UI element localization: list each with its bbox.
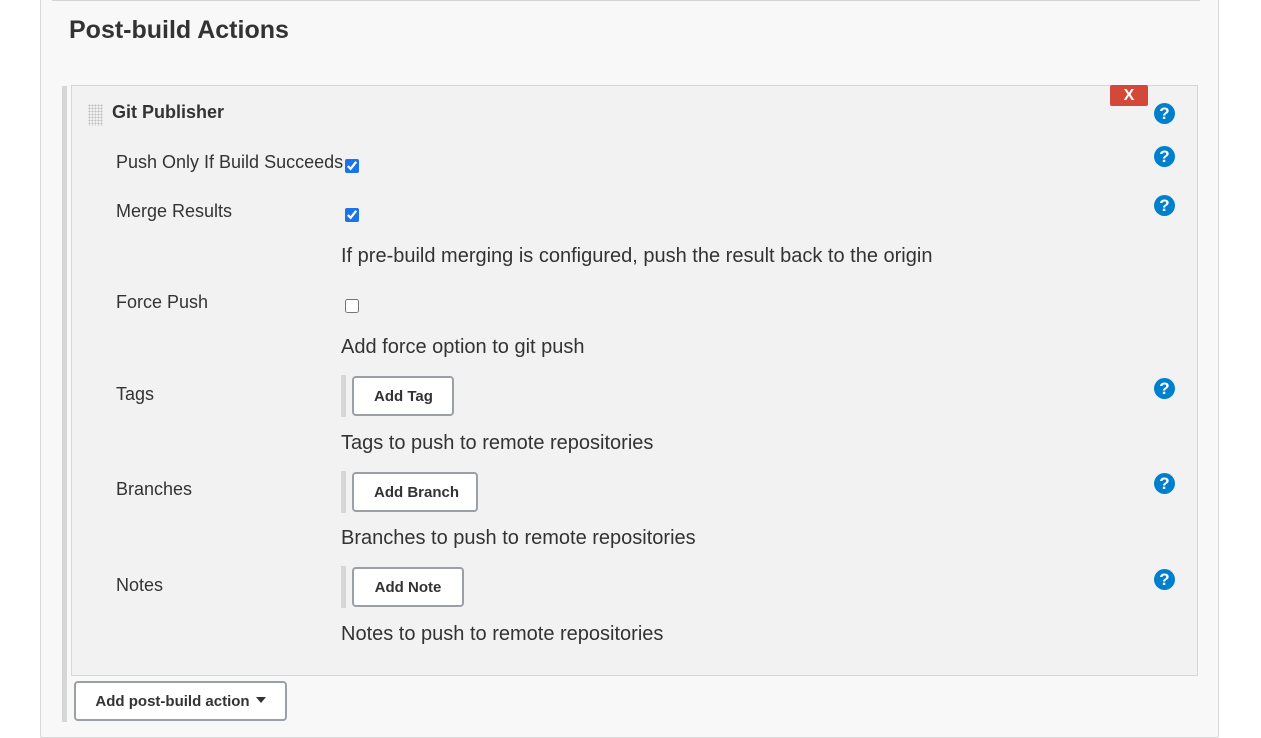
- add-tag-button[interactable]: Add Tag: [352, 376, 454, 416]
- section-title: Post-build Actions: [69, 16, 289, 44]
- git-publisher-title: Git Publisher: [112, 102, 225, 122]
- add-note-button[interactable]: Add Note: [352, 567, 464, 607]
- notes-repeater-rail: [341, 566, 346, 608]
- add-post-build-action-button[interactable]: Add post-build action: [74, 681, 287, 721]
- merge-results-checkbox[interactable]: [345, 208, 359, 222]
- section-left-rail: [62, 86, 67, 722]
- force-push-description: Add force option to git push: [341, 336, 585, 358]
- add-post-build-action-label: Add post-build action: [95, 692, 250, 710]
- add-branch-button[interactable]: Add Branch: [352, 472, 478, 512]
- merge-results-help-icon[interactable]: ?: [1154, 195, 1175, 216]
- top-divider: [52, 0, 1200, 1]
- merge-results-label: Merge Results: [116, 201, 233, 221]
- tags-repeater-rail: [341, 375, 346, 417]
- branches-help-icon[interactable]: ?: [1154, 473, 1175, 494]
- push-only-if-build-succeeds-checkbox[interactable]: [345, 159, 359, 173]
- branches-repeater-rail: [341, 471, 346, 513]
- git-publisher-panel: [71, 85, 1198, 676]
- tags-help-icon[interactable]: ?: [1154, 378, 1175, 399]
- force-push-checkbox[interactable]: [345, 299, 359, 313]
- notes-help-icon[interactable]: ?: [1154, 569, 1175, 590]
- push-only-if-build-succeeds-label: Push Only If Build Succeeds: [116, 152, 344, 172]
- notes-label: Notes: [116, 575, 164, 595]
- merge-results-description: If pre-build merging is configured, push…: [341, 245, 933, 267]
- delete-publisher-button[interactable]: X: [1110, 85, 1148, 106]
- drag-handle-icon[interactable]: [88, 104, 103, 126]
- push-only-if-build-succeeds-help-icon[interactable]: ?: [1154, 146, 1175, 167]
- tags-label: Tags: [116, 384, 155, 404]
- tags-description: Tags to push to remote repositories: [341, 432, 654, 454]
- force-push-label: Force Push: [116, 292, 209, 312]
- git-publisher-help-icon[interactable]: ?: [1154, 103, 1175, 124]
- branches-label: Branches: [116, 479, 193, 499]
- notes-description: Notes to push to remote repositories: [341, 623, 664, 645]
- chevron-down-icon: [255, 696, 266, 703]
- branches-description: Branches to push to remote repositories: [341, 527, 696, 549]
